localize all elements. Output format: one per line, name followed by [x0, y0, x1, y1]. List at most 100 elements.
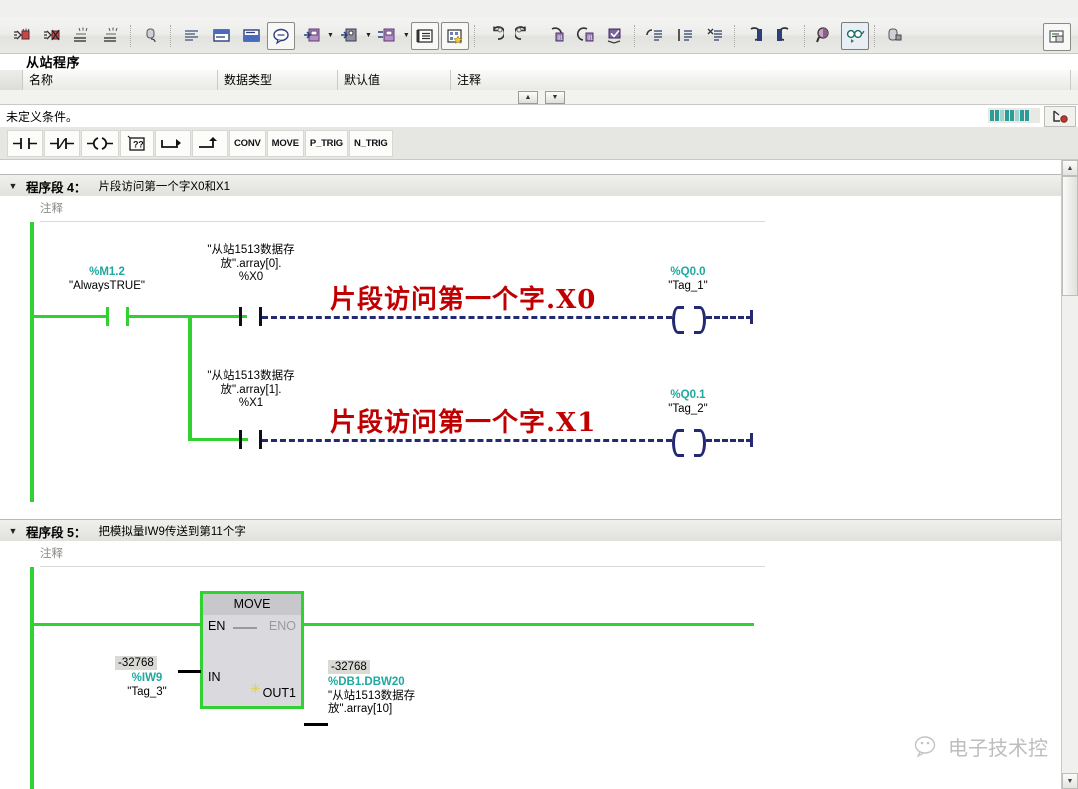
move-block[interactable]: MOVE EN ENO IN ✳ OUT1 — [200, 591, 304, 709]
contact-always-true[interactable] — [106, 307, 129, 326]
ntrig-button[interactable]: N_TRIG — [348, 129, 393, 157]
vertical-scrollbar[interactable]: ▲ ▼ — [1061, 160, 1078, 789]
wechat-icon — [914, 735, 936, 758]
eno-output-wire — [302, 623, 754, 626]
coil-1-tag: "Tag_1" — [668, 279, 708, 292]
block-properties-icon[interactable] — [1043, 23, 1071, 51]
move-in-pin[interactable]: IN — [208, 670, 221, 684]
coil-tag2[interactable] — [672, 429, 706, 457]
toolbar-separator — [803, 24, 806, 47]
download-to-device-group[interactable]: ▼ — [296, 22, 334, 50]
network-5-header[interactable]: ▼ 程序段 5： 把模拟量IW9传送到第11个字 — [0, 519, 1078, 543]
monitoring-glasses-icon[interactable] — [840, 21, 869, 50]
interface-gutter — [0, 70, 23, 90]
network-4-comment[interactable]: 注释 — [0, 196, 1078, 222]
svg-text:01: 01 — [558, 36, 564, 42]
network-title-icon[interactable] — [237, 22, 265, 50]
absolute-symbolic-icon[interactable] — [137, 22, 165, 50]
annotation-x1: 片段访问第一个字.X1 — [330, 408, 597, 438]
contact-3-path-line1: "从站1513数据存 — [207, 370, 295, 382]
chevron-down-icon[interactable]: ▼ — [365, 32, 372, 39]
upload-from-device-group[interactable]: ▼ — [334, 22, 372, 50]
align-left-icon[interactable] — [641, 22, 669, 50]
empty-box-button[interactable]: ?? — [120, 129, 154, 157]
column-header-default[interactable]: 默认值 — [338, 70, 451, 90]
upload-from-device-icon[interactable] — [335, 22, 363, 50]
ptrig-button[interactable]: P_TRIG — [304, 129, 348, 157]
toolbar-separator — [170, 24, 172, 47]
column-header-comment[interactable]: 注释 — [451, 70, 1071, 90]
compare-group[interactable]: ▼ — [372, 22, 410, 50]
move-button[interactable]: MOVE — [266, 129, 304, 157]
move-en-pin[interactable]: EN — [208, 619, 225, 633]
instruction-palette: ?? CONV MOVE P_TRIG N_TRIG — [0, 127, 1078, 160]
no-contact-button[interactable] — [7, 129, 43, 157]
reorganize-icon[interactable] — [601, 22, 629, 50]
contact-array1-x1[interactable] — [239, 430, 262, 449]
column-header-name[interactable]: 名称 — [23, 70, 218, 90]
svg-text:??: ?? — [133, 139, 144, 149]
undo-icon[interactable] — [481, 22, 509, 50]
open-block-icon[interactable] — [7, 22, 35, 50]
rung-1-wire-a — [32, 315, 106, 318]
led-segment — [1010, 110, 1014, 121]
scroll-up-button[interactable]: ▲ — [518, 91, 538, 104]
show-all-icon[interactable] — [177, 22, 205, 50]
move-input-address: %IW9 — [131, 672, 163, 684]
coil-button[interactable] — [81, 129, 119, 157]
align-right-icon[interactable] — [701, 22, 729, 50]
contact-2-path-line3: %X0 — [238, 271, 264, 283]
zoom-icon[interactable] — [811, 22, 839, 50]
coil-1-label: %Q0.0 "Tag_1" — [638, 266, 738, 293]
contact-bar-left — [239, 430, 242, 449]
contact-array0-x0[interactable] — [239, 307, 262, 326]
insert-network-icon[interactable] — [67, 22, 95, 50]
network-4-header[interactable]: ▼ 程序段 4： 片段访问第一个字X0和X1 — [0, 174, 1078, 198]
network-4-title: 程序段 4： — [26, 180, 87, 195]
move-out1-pin[interactable]: OUT1 — [263, 686, 296, 700]
coil-right-arc — [694, 306, 706, 334]
close-block-icon[interactable] — [37, 22, 65, 50]
close-branch-button[interactable] — [192, 129, 228, 157]
network-comment-icon[interactable] — [207, 22, 235, 50]
status-led-strip — [988, 108, 1040, 123]
scroll-down-arrow[interactable]: ▼ — [1062, 773, 1078, 789]
nc-contact-button[interactable] — [44, 129, 80, 157]
toolbar-top-strip — [0, 0, 1078, 18]
favorites-icon[interactable] — [440, 21, 469, 50]
scroll-up-arrow[interactable]: ▲ — [1062, 160, 1078, 176]
download-to-device-icon[interactable] — [297, 22, 325, 50]
chevron-down-icon[interactable]: ▼ — [327, 32, 334, 39]
watermark-text: 电子技术控 — [948, 736, 1048, 760]
conv-button[interactable]: CONV — [229, 129, 266, 157]
collapse-caret-icon[interactable]: ▼ — [0, 526, 26, 536]
memory-reserve-icon[interactable] — [881, 22, 909, 50]
goto-next-icon[interactable]: 01 — [571, 22, 599, 50]
contact-1-label: %M1.2 "AlwaysTRUE" — [57, 266, 157, 293]
next-error-icon[interactable] — [771, 22, 799, 50]
out-connector-wire — [304, 723, 328, 726]
scrollbar-thumb[interactable] — [1062, 176, 1078, 296]
contact-2-path-line2: 放".array[0]. — [220, 257, 282, 270]
move-eno-pin[interactable]: ENO — [269, 619, 296, 633]
move-output-label: %DB1.DBW20 "从站1513数据存 放".array[10] — [328, 676, 488, 717]
open-branch-button[interactable] — [155, 129, 191, 157]
scroll-down-button[interactable]: ▼ — [545, 91, 565, 104]
breakpoint-icon[interactable] — [1044, 106, 1076, 127]
prev-error-icon[interactable] — [741, 22, 769, 50]
redo-icon[interactable] — [511, 22, 539, 50]
symbol-table-icon[interactable] — [410, 21, 439, 50]
align-center-icon[interactable] — [671, 22, 699, 50]
goto-previous-icon[interactable]: 01 — [541, 22, 569, 50]
contact-bar-left — [106, 307, 109, 326]
network-5-comment[interactable]: 注释 — [0, 541, 1078, 567]
chevron-down-icon[interactable]: ▼ — [403, 32, 410, 39]
compare-icon[interactable] — [373, 22, 401, 50]
collapse-caret-icon[interactable]: ▼ — [0, 181, 26, 191]
delete-network-icon[interactable] — [97, 22, 125, 50]
star-icon: ✳ — [250, 681, 261, 696]
coil-right-arc — [694, 429, 706, 457]
coil-tag1[interactable] — [672, 306, 706, 334]
column-header-datatype[interactable]: 数据类型 — [218, 70, 338, 90]
comment-bubble-icon[interactable] — [267, 21, 295, 50]
